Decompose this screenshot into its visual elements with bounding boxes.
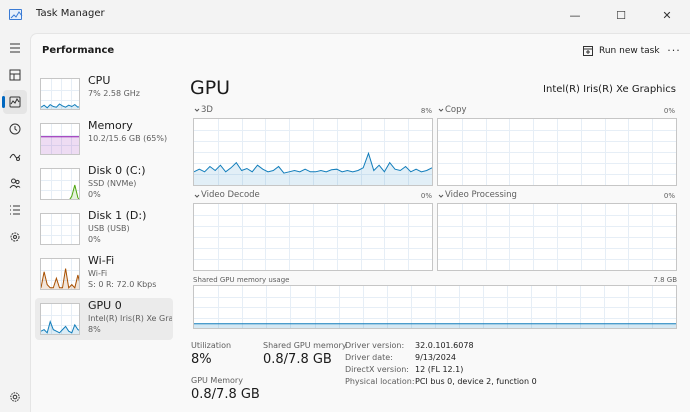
- chevron-down-icon[interactable]: [438, 193, 444, 199]
- engine-3d-percent: 8%: [420, 107, 432, 115]
- device-thumbnail: [40, 168, 80, 200]
- engine-3d-label[interactable]: 3D: [201, 105, 213, 115]
- device-detail: USB (USB): [88, 224, 130, 233]
- device-usage: S: 0 R: 72.0 Kbps: [88, 280, 157, 289]
- engine-copy-label[interactable]: Copy: [445, 105, 467, 115]
- engine-copy-percent: 0%: [663, 107, 675, 115]
- more-options-button[interactable]: ···: [663, 40, 685, 60]
- hamburger-icon[interactable]: [3, 36, 27, 60]
- device-usage: 8%: [88, 325, 101, 334]
- device-name: Memory: [88, 119, 133, 132]
- engine-copy-graph: [437, 118, 677, 186]
- details-icon[interactable]: [3, 198, 27, 222]
- driver-date-key: Driver date:: [345, 353, 393, 362]
- device-name: Disk 0 (C:): [88, 164, 146, 177]
- chevron-down-icon[interactable]: [194, 193, 200, 199]
- device-detail: 10.2/15.6 GB (65%): [88, 134, 168, 143]
- physical-location-key: Physical location:: [345, 377, 415, 386]
- driver-version-key: Driver version:: [345, 341, 405, 350]
- nav-rail: [0, 30, 30, 412]
- startup-apps-icon[interactable]: [3, 144, 27, 168]
- title-bar: Task Manager — ☐ ✕: [0, 0, 690, 30]
- device-detail: Wi-Fi: [88, 269, 108, 278]
- device-item[interactable]: GPU 0 Intel(R) Iris(R) Xe Gra... 8%: [35, 298, 173, 340]
- run-new-task-button[interactable]: Run new task: [583, 42, 660, 60]
- detail-title: GPU: [190, 77, 231, 99]
- chevron-down-icon[interactable]: [194, 107, 200, 113]
- users-icon[interactable]: [3, 171, 27, 195]
- page-title: Performance: [42, 45, 115, 56]
- device-item[interactable]: Disk 0 (C:) SSD (NVMe) 0%: [35, 163, 173, 205]
- task-manager-icon: [9, 9, 23, 20]
- device-thumbnail: [40, 78, 80, 110]
- device-item[interactable]: Disk 1 (D:) USB (USB) 0%: [35, 208, 173, 250]
- main-panel: Performance Run new task ··· CPU 7% 2.58 …: [30, 33, 690, 412]
- physical-location-value: PCI bus 0, device 2, function 0: [415, 377, 537, 386]
- settings-icon[interactable]: [3, 385, 27, 409]
- shared-memory-graph-label: Shared GPU memory usage: [193, 276, 290, 284]
- device-thumbnail: [40, 213, 80, 245]
- engine-3d-graph: [193, 118, 433, 186]
- run-new-task-label: Run new task: [599, 46, 660, 56]
- gpu-memory-value: 0.8/7.8 GB: [191, 387, 260, 402]
- engine-video-decode-label[interactable]: Video Decode: [201, 190, 260, 200]
- minimize-button[interactable]: —: [552, 0, 598, 30]
- device-thumbnail-area: [41, 136, 79, 154]
- directx-version-key: DirectX version:: [345, 365, 409, 374]
- shared-memory-graph-area: [194, 323, 676, 328]
- device-detail: 7% 2.58 GHz: [88, 89, 141, 98]
- device-name: Disk 1 (D:): [88, 209, 147, 222]
- directx-version-value: 12 (FL 12.1): [415, 365, 464, 374]
- close-button[interactable]: ✕: [644, 0, 690, 30]
- device-name: GPU 0: [88, 299, 122, 312]
- shared-memory-value: 0.8/7.8 GB: [263, 352, 332, 367]
- processes-icon[interactable]: [3, 63, 27, 87]
- chevron-down-icon[interactable]: [438, 107, 444, 113]
- driver-version-value: 32.0.101.6078: [415, 341, 474, 350]
- gpu-memory-label: GPU Memory: [191, 376, 243, 385]
- device-thumbnail: [40, 258, 80, 290]
- device-detail: SSD (NVMe): [88, 179, 137, 188]
- driver-date-value: 9/13/2024: [415, 353, 457, 362]
- device-item[interactable]: CPU 7% 2.58 GHz: [35, 73, 173, 115]
- device-name: CPU: [88, 74, 111, 87]
- shared-memory-max: 7.8 GB: [653, 276, 677, 284]
- device-usage: 0%: [88, 235, 101, 244]
- app-history-icon[interactable]: [3, 117, 27, 141]
- device-item[interactable]: Memory 10.2/15.6 GB (65%): [35, 118, 173, 160]
- engine-video-decode-graph: [193, 203, 433, 271]
- engine-video-decode-percent: 0%: [420, 192, 432, 200]
- services-icon[interactable]: [3, 225, 27, 249]
- engine-video-processing-graph: [437, 203, 677, 271]
- window-title: Task Manager: [36, 8, 105, 19]
- device-usage: 0%: [88, 190, 101, 199]
- device-thumbnail: [40, 123, 80, 155]
- shared-memory-label: Shared GPU memory: [263, 341, 347, 350]
- device-thumbnail: [40, 303, 80, 335]
- performance-icon[interactable]: [2, 90, 27, 114]
- utilization-value: 8%: [191, 352, 212, 367]
- device-name: Wi-Fi: [88, 254, 115, 267]
- run-task-icon: [583, 46, 593, 56]
- utilization-label: Utilization: [191, 341, 232, 350]
- device-item[interactable]: Wi-Fi Wi-Fi S: 0 R: 72.0 Kbps: [35, 253, 173, 295]
- device-detail: Intel(R) Iris(R) Xe Gra...: [88, 314, 172, 323]
- shared-memory-graph: [193, 285, 677, 329]
- maximize-button[interactable]: ☐: [598, 0, 644, 30]
- engine-video-processing-label[interactable]: Video Processing: [445, 190, 517, 200]
- device-thumbnail-line: [41, 268, 79, 289]
- engine-video-processing-percent: 0%: [663, 192, 675, 200]
- gpu-model: Intel(R) Iris(R) Xe Graphics: [543, 84, 676, 95]
